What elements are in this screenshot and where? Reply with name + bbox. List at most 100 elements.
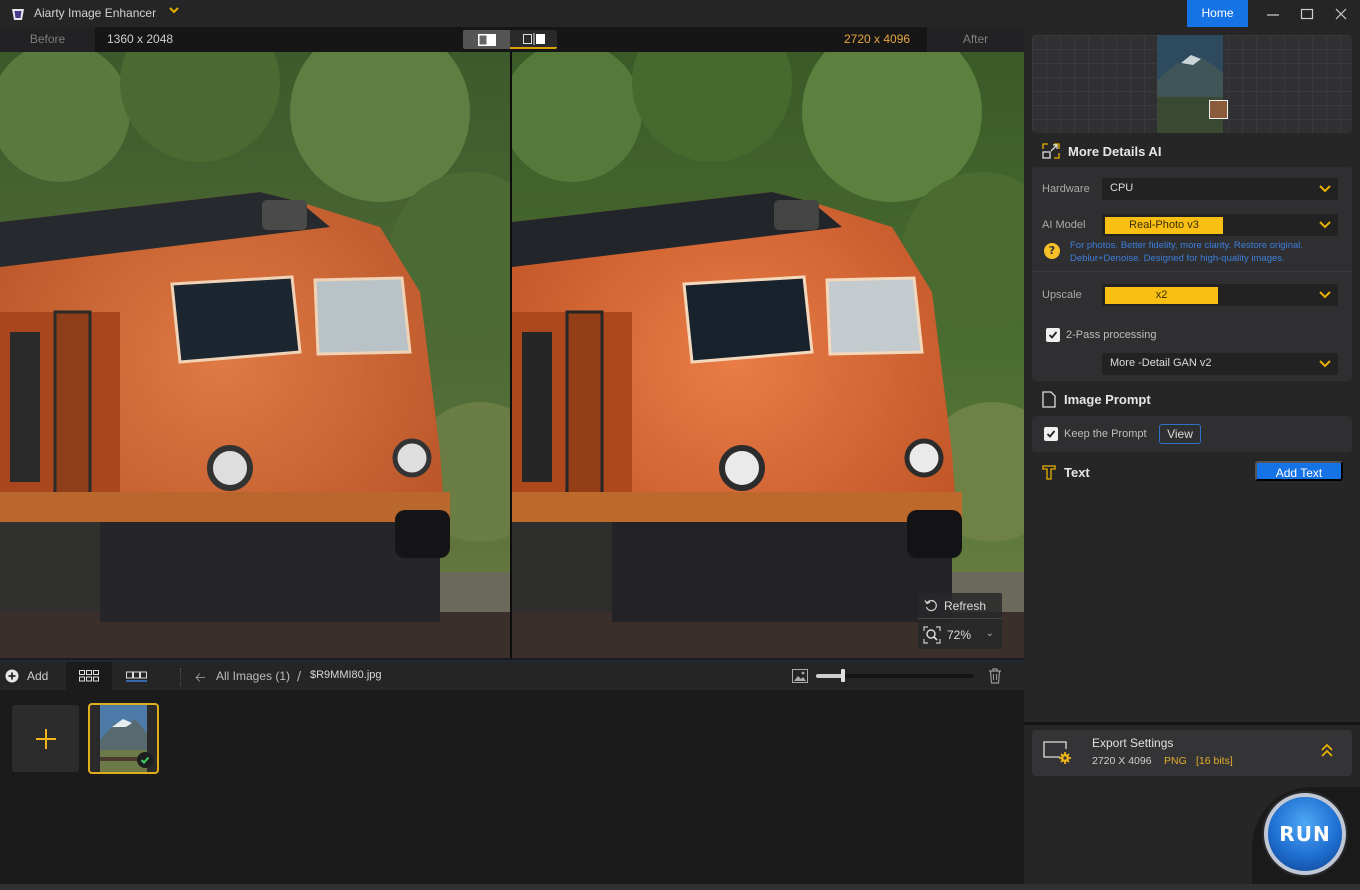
filmstrip-view-icon [126, 671, 147, 682]
compare-view-bar: Before 1360 x 2048 2720 x 4096 After [0, 27, 1024, 52]
library-toolbar: Add 🡠 All Images (1) / $R9MMI80.jpg [0, 660, 1024, 690]
upscale-dropdown[interactable]: x2 [1102, 284, 1338, 306]
two-pass-model-dropdown[interactable]: More -Detail GAN v2 [1102, 353, 1338, 375]
window-bottom-edge [0, 884, 1360, 890]
add-label: Add [27, 669, 49, 683]
help-icon[interactable]: ? [1044, 243, 1060, 259]
toolbar-separator [180, 668, 181, 686]
chevron-down-icon [1319, 185, 1331, 193]
upscale-label: Upscale [1042, 289, 1082, 301]
app-logo-icon [12, 9, 24, 20]
settings-sidebar: More Details AI Hardware CPU AI Model Re… [1024, 27, 1360, 890]
title-bar: Aiarty Image Enhancer Home [0, 0, 1360, 27]
export-settings-panel[interactable]: Export Settings 2720 X 4096 PNG [16 bits… [1032, 730, 1352, 776]
home-button[interactable]: Home [1187, 0, 1248, 27]
filmstrip-view-button[interactable] [114, 662, 160, 690]
add-text-button[interactable]: Add Text [1255, 461, 1343, 481]
text-icon [1042, 464, 1056, 480]
after-tab[interactable]: After [927, 27, 1024, 52]
two-pass-label: 2-Pass processing [1066, 329, 1157, 341]
minimize-icon[interactable] [1256, 0, 1290, 27]
chevron-down-icon [1319, 291, 1331, 299]
add-image-button[interactable]: Add [0, 662, 64, 690]
run-button[interactable]: RUN [1264, 793, 1346, 875]
chevron-double-up-icon[interactable] [1320, 742, 1334, 758]
hardware-value: CPU [1110, 182, 1134, 194]
breadcrumb-all-images[interactable]: All Images (1) [216, 669, 290, 683]
zoom-chevron-down-icon: ⌄ [985, 628, 994, 639]
after-resolution: 2720 x 4096 [844, 32, 911, 46]
add-image-tile[interactable] [12, 705, 79, 772]
trash-icon[interactable] [988, 668, 1002, 684]
processed-check-icon [137, 752, 153, 768]
before-image [0, 52, 510, 658]
chevron-down-icon [1319, 360, 1331, 368]
zoom-dropdown[interactable]: 72% ⌄ [918, 620, 1002, 649]
app-title: Aiarty Image Enhancer [34, 6, 157, 20]
more-details-panel: Hardware CPU AI Model Real-Photo v3 ? Fo… [1032, 167, 1352, 381]
two-pass-model-value: More -Detail GAN v2 [1110, 357, 1212, 369]
ai-model-description: For photos. Better fidelity, more clarit… [1070, 240, 1304, 264]
ai-model-dropdown[interactable]: Real-Photo v3 [1102, 214, 1338, 236]
panel-divider [1032, 271, 1352, 272]
zoom-level: 72% [947, 627, 972, 642]
image-preview[interactable]: Refresh 72% ⌄ [0, 52, 1024, 658]
image-prompt-section-header: Image Prompt [1032, 385, 1352, 413]
split-view-button[interactable] [510, 30, 557, 49]
keep-prompt-checkbox[interactable] [1044, 427, 1058, 441]
refresh-icon [924, 599, 937, 611]
two-pass-checkbox[interactable] [1046, 328, 1060, 342]
close-icon[interactable] [1324, 0, 1358, 27]
sidebar-separator [1024, 722, 1360, 725]
before-tab[interactable]: Before [0, 27, 95, 52]
image-prompt-panel: Keep the Prompt View [1032, 416, 1352, 452]
export-settings-icon [1043, 741, 1071, 764]
image-prompt-title: Image Prompt [1064, 391, 1151, 407]
after-image-pane[interactable] [512, 52, 1024, 658]
hardware-dropdown[interactable]: CPU [1102, 178, 1338, 200]
hardware-label: Hardware [1042, 183, 1090, 195]
view-mode-toggle [463, 30, 557, 49]
export-resolution: 2720 X 4096 [1092, 755, 1152, 767]
more-details-title: More Details AI [1068, 143, 1162, 159]
back-arrow-icon[interactable]: 🡠 [195, 669, 206, 691]
more-details-section-header: More Details AI [1032, 137, 1352, 165]
keep-prompt-label: Keep the Prompt [1064, 428, 1147, 440]
breadcrumb-separator: / [297, 669, 302, 683]
after-image [512, 52, 1024, 658]
refresh-label: Refresh [944, 598, 987, 613]
export-bit-depth: [16 bits] [1196, 755, 1233, 767]
grid-view-button[interactable] [66, 662, 112, 690]
ai-model-value: Real-Photo v3 [1105, 217, 1223, 234]
navigator-preview[interactable] [1032, 35, 1352, 133]
thumbnail-size-slider[interactable] [816, 669, 974, 682]
preview-controls: Refresh 72% ⌄ [918, 593, 1002, 649]
chevron-down-icon [1319, 221, 1331, 229]
before-image-pane[interactable] [0, 52, 510, 658]
grid-view-icon [79, 670, 99, 682]
navigator-viewport-handle[interactable] [1209, 100, 1228, 119]
image-library [0, 690, 1024, 885]
plus-circle-icon [5, 669, 19, 683]
text-title: Text [1064, 464, 1090, 480]
slider-thumb[interactable] [840, 669, 845, 682]
text-section-header: Text Add Text [1032, 457, 1352, 487]
single-view-button[interactable] [463, 30, 510, 49]
refresh-button[interactable]: Refresh [918, 593, 1002, 619]
document-icon [1042, 390, 1056, 408]
export-settings-title: Export Settings [1092, 736, 1174, 750]
single-view-icon [477, 33, 496, 46]
before-resolution: 1360 x 2048 [107, 32, 174, 46]
zoom-fit-icon [923, 625, 941, 644]
image-thumbnail[interactable] [88, 703, 159, 774]
checkmark-icon [1048, 331, 1058, 339]
maximize-icon[interactable] [1290, 0, 1324, 27]
view-prompt-button[interactable]: View [1159, 424, 1201, 444]
upscale-value: x2 [1105, 287, 1218, 304]
breadcrumb-current-file: $R9MMI80.jpg [310, 669, 382, 681]
thumbnail-size-icon [792, 669, 808, 683]
app-menu-chevron-down-icon[interactable] [168, 4, 180, 18]
plus-icon [35, 728, 56, 749]
export-format: PNG [1164, 755, 1187, 767]
checkmark-icon [1046, 430, 1056, 438]
